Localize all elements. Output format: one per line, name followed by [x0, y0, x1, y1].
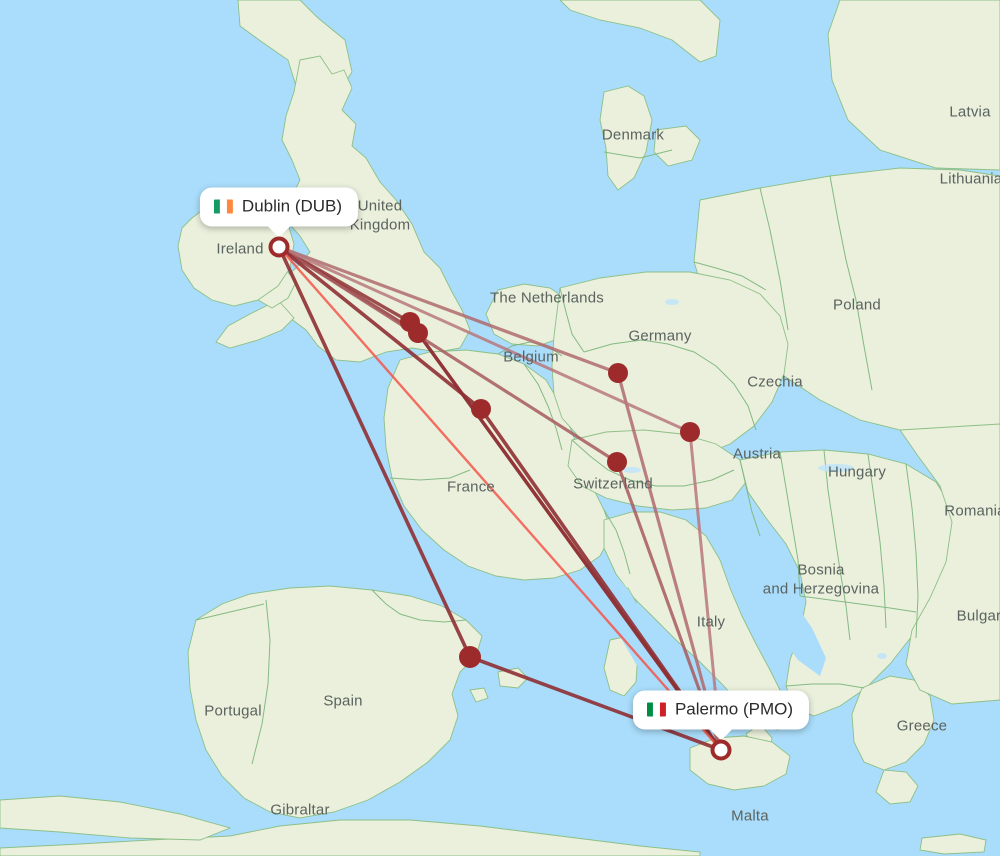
airport-label-palermo: Palermo (PMO): [674, 699, 794, 719]
airport-label-dublin: Dublin (DUB): [241, 196, 343, 216]
endpoint-marker-dub[interactable]: [268, 236, 290, 258]
ireland-flag-icon: [213, 199, 233, 214]
airport-tooltip-dublin[interactable]: Dublin (DUB): [199, 187, 359, 238]
italy-flag-icon: [646, 702, 666, 717]
airport-tooltip-palermo[interactable]: Palermo (PMO): [632, 690, 810, 741]
flight-route-map[interactable]: Ireland United Kingdom Denmark Latvia Lithua…: [0, 0, 1000, 856]
endpoint-marker-pmo[interactable]: [710, 739, 732, 761]
endpoint-marker-layer: [268, 236, 732, 761]
